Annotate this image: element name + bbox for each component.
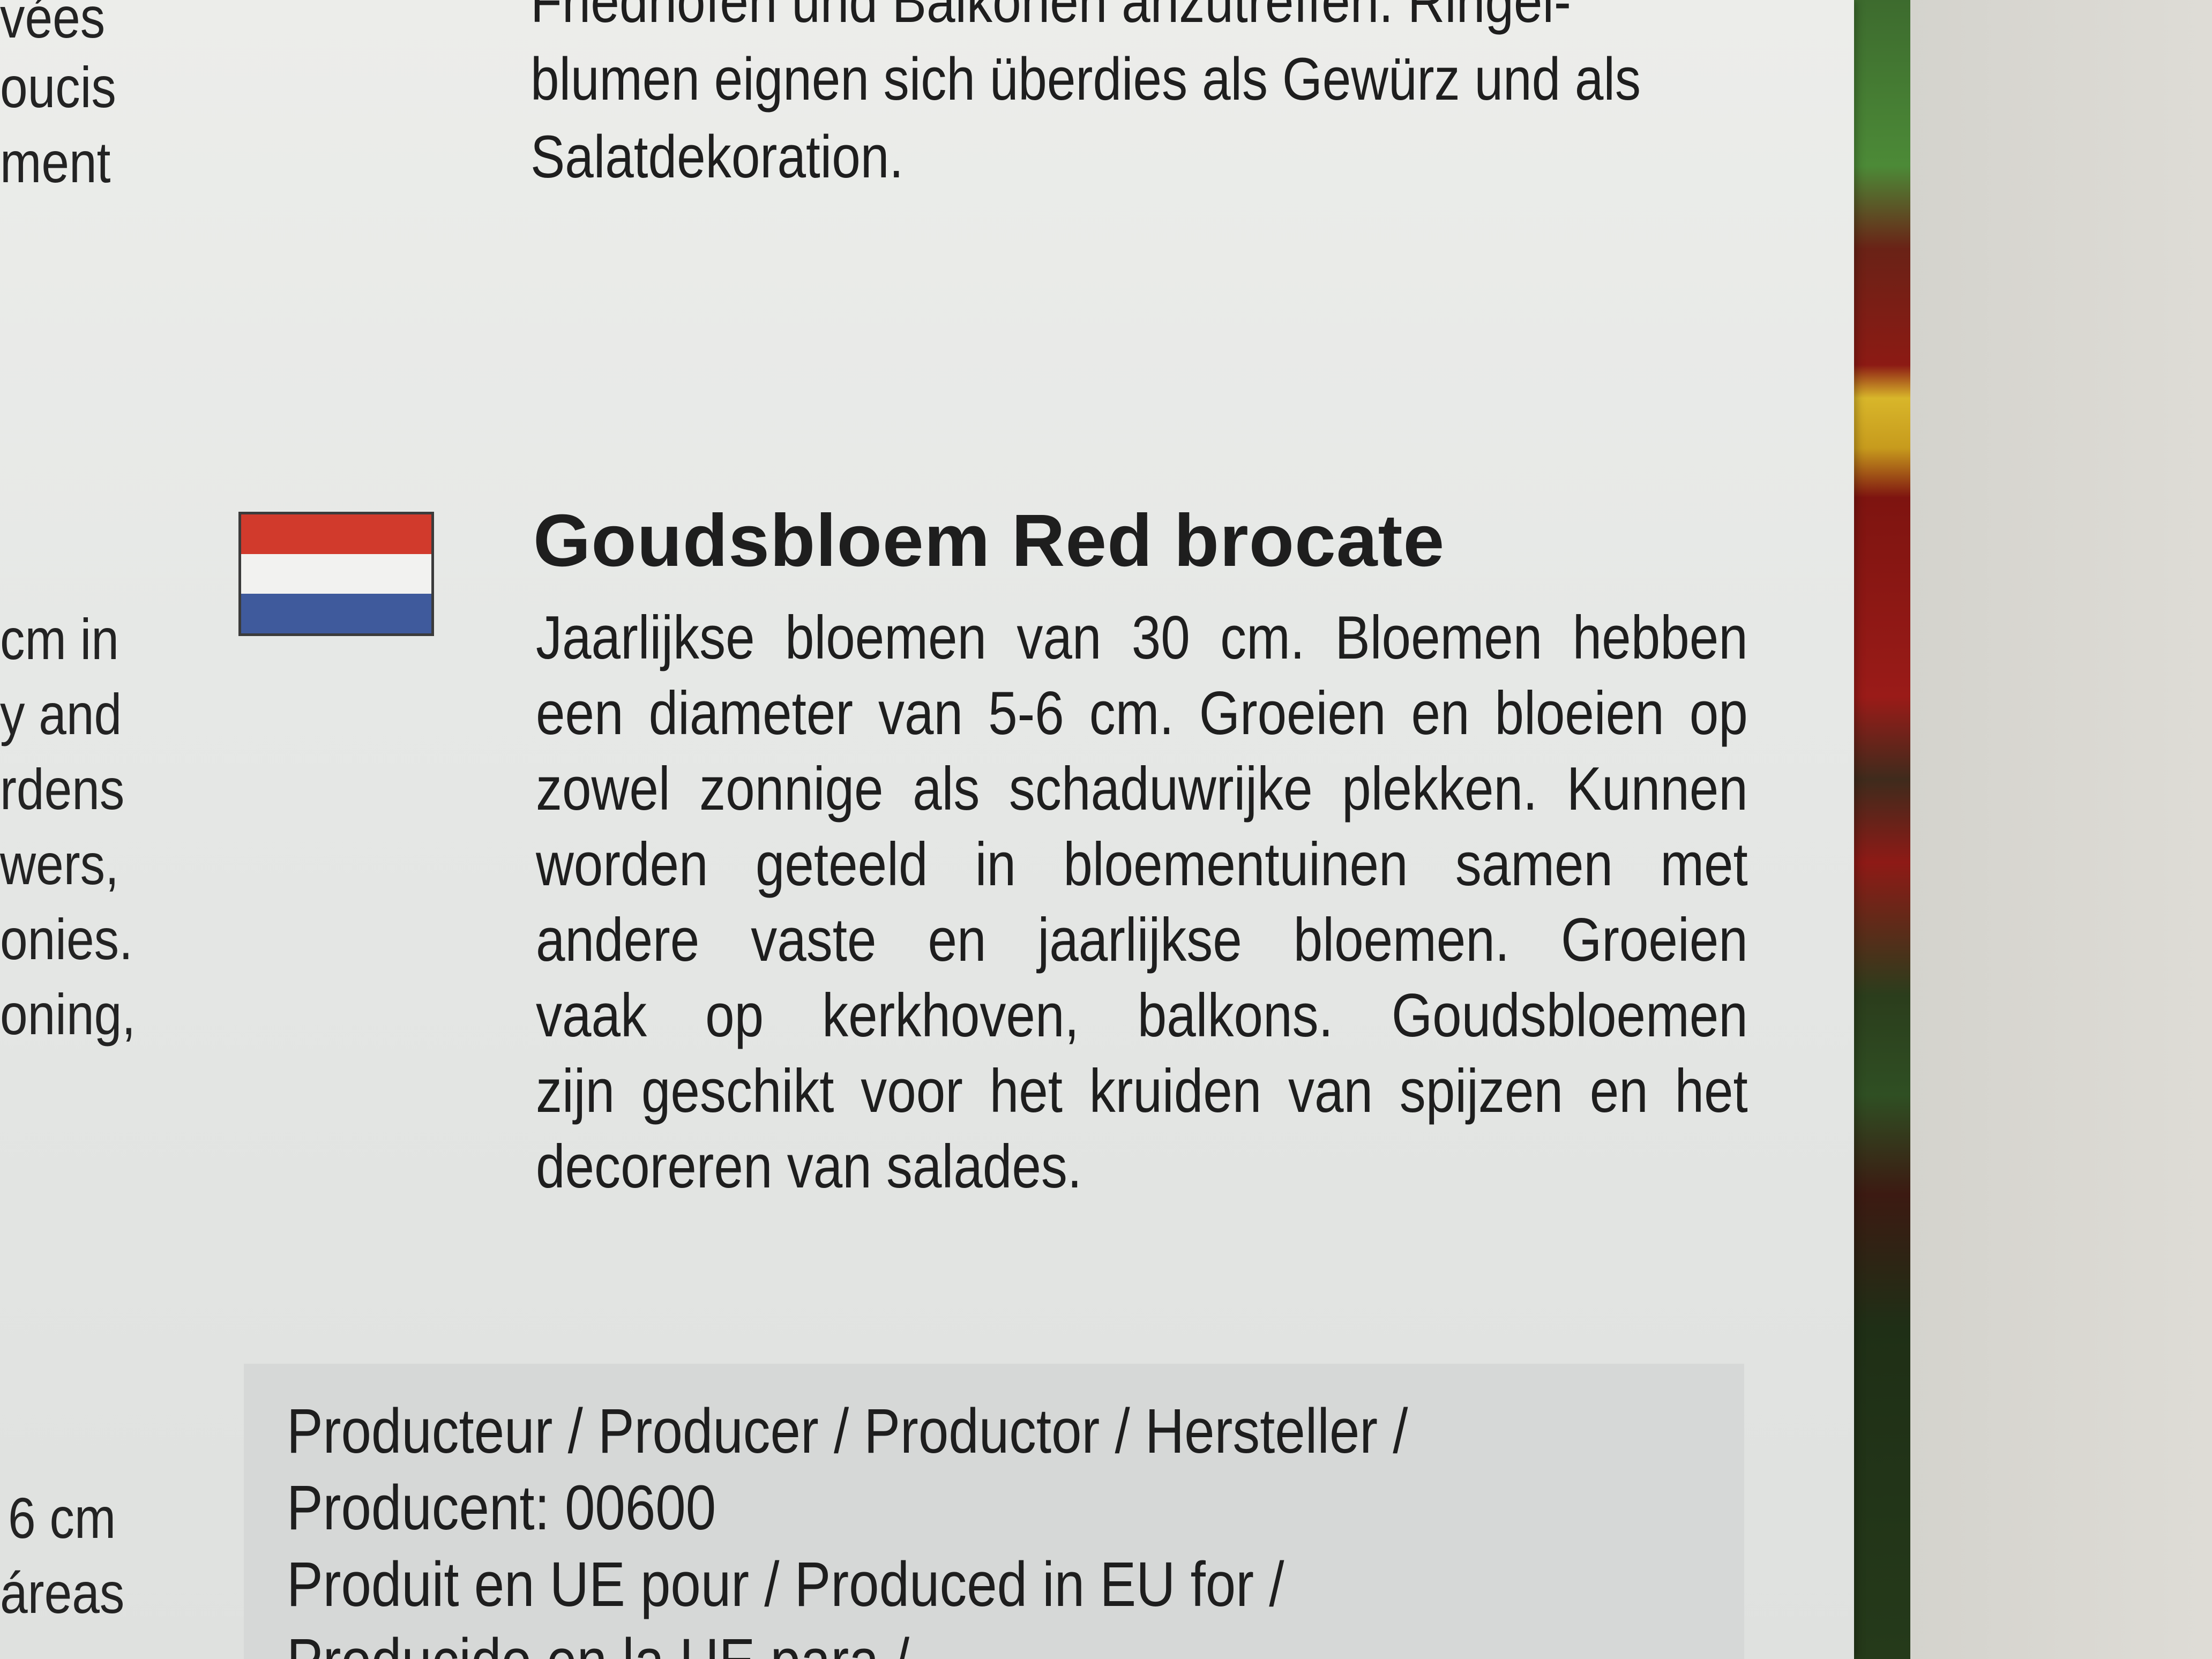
description-line: vaak op kerkhoven, balkons. Goudsbloemen [536, 982, 1748, 1050]
german-line: Friedhöfen und Balkonen anzutreffen. Rin… [530, 0, 1571, 35]
producer-line: Produit en UE pour / Produced in EU for … [287, 1549, 1284, 1620]
german-line: blumen eignen sich überdies als Gewürz u… [530, 46, 1641, 113]
fragment-line: rdens [0, 757, 125, 821]
fragment-line: cm in [0, 607, 119, 671]
fragment-line: vées [0, 0, 106, 50]
producer-line: Producent: 00600 [287, 1473, 716, 1543]
netherlands-flag-icon [238, 512, 434, 636]
photo-scene: vées oucis ment cm in y and rdens wers, … [0, 0, 2212, 1659]
description-line: een diameter van 5-6 cm. Groeien en bloe… [536, 679, 1748, 748]
german-line: Salatdekoration. [530, 123, 904, 190]
fragment-line: onies. [0, 907, 133, 972]
fragment-line: ment [0, 130, 111, 195]
fragment-line: y and [0, 682, 122, 746]
seed-packet-back: vées oucis ment cm in y and rdens wers, … [0, 0, 1854, 1659]
fragment-line: áreas [0, 1560, 125, 1625]
description-line: worden geteeld in bloementuinen samen me… [536, 831, 1748, 899]
description-line: Jaarlijkse bloemen van 30 cm. Bloemen he… [536, 604, 1748, 672]
description-line: decoreren van salades. [536, 1133, 1082, 1201]
producer-info-text: Producteur / Producer / Productor / Hers… [287, 1393, 1408, 1659]
description-line: zijn geschikt voor het kruiden van spijz… [536, 1057, 1748, 1125]
producer-line: Producteur / Producer / Productor / Hers… [287, 1396, 1408, 1467]
fragment-line: oucis [0, 55, 116, 119]
producer-line: Producido en la UE para / [287, 1623, 1408, 1659]
flower-artwork-edge [1851, 0, 1910, 1659]
german-description: Friedhöfen und Balkonen anzutreffen. Rin… [530, 0, 1641, 196]
product-title: Goudsbloem Red brocate [533, 499, 1445, 582]
description-line: andere vaste en jaarlijkse bloemen. Groe… [536, 906, 1748, 974]
fragment-line: oning, [0, 982, 136, 1047]
fragment-line: 6 cm [8, 1485, 116, 1550]
table-surface [1908, 0, 2212, 1659]
description-line: zowel zonnige als schaduwrijke plekken. … [536, 755, 1748, 823]
fragment-line: wers, [0, 832, 119, 896]
dutch-description: Jaarlijkse bloemen van 30 cm. Bloemen he… [536, 600, 1748, 1205]
